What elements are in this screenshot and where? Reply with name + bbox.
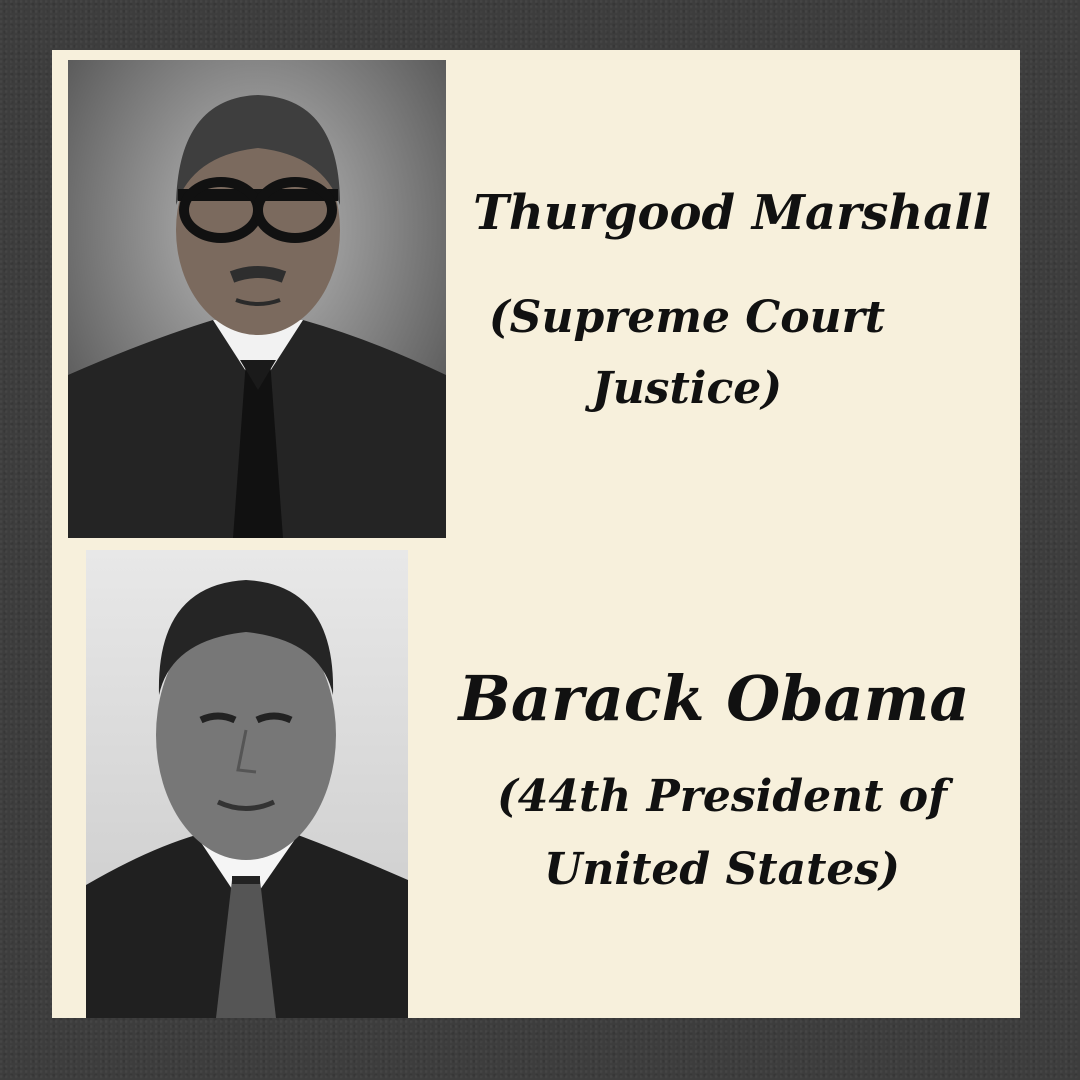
comparison-card: Thurgood Marshall (Supreme Court Justice… — [52, 50, 1020, 1018]
portrait-man-glasses-suit-icon — [68, 60, 446, 538]
44th-president-role: (44th President of United States) — [496, 771, 948, 895]
barack-obama-name: Barack Obama — [458, 662, 970, 735]
obama-portrait-photo — [86, 550, 408, 1018]
portrait-man-suit-icon — [86, 550, 408, 1018]
marshall-portrait-photo — [68, 60, 446, 538]
thurgood-marshall-name: Thurgood Marshall — [473, 185, 991, 241]
supreme-court-justice-role: (Supreme Court Justice) — [488, 292, 886, 415]
